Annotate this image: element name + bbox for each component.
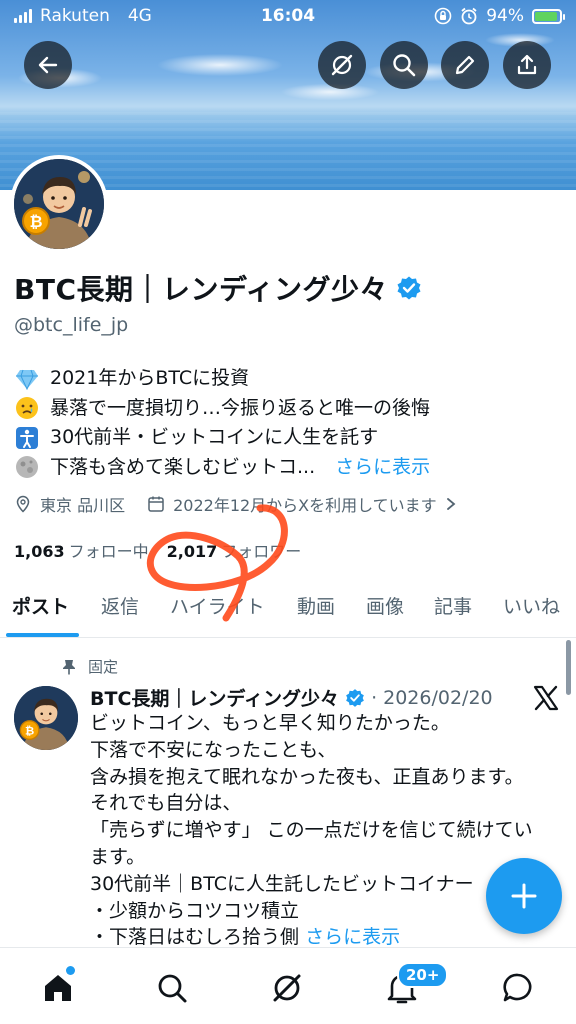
bio-text: 2021年からBTCに投資 — [50, 367, 250, 389]
following-label: フォロー中 — [68, 542, 149, 561]
profile-joined[interactable]: 2022年12月からXを利用しています — [173, 492, 437, 516]
nav-search[interactable] — [152, 968, 192, 1008]
share-button[interactable] — [503, 41, 551, 89]
bio-more-link[interactable]: さらに表示 — [335, 453, 430, 483]
pin-icon — [63, 659, 75, 674]
following-link[interactable]: 1,063 フォロー中 — [14, 538, 149, 562]
post-line: 「売らずに増やす」 この一点だけを信じて続けてい — [90, 819, 533, 842]
post-line-text: ・下落日はむしろ拾う側 — [90, 926, 300, 949]
post-author-name[interactable]: BTC長期｜レンディング少々 — [90, 684, 339, 711]
home-icon — [45, 975, 71, 1001]
post-body[interactable]: ビットコイン、もっと早く知りたかった。 下落で不安になったことも、 含み損を抱え… — [90, 710, 540, 951]
post-line: ます。 — [90, 845, 146, 868]
x-logo-icon[interactable] — [532, 684, 560, 712]
messages-icon — [503, 973, 532, 1002]
profile-handle: @btc_life_jp — [14, 314, 129, 336]
verified-badge-icon[interactable] — [396, 275, 422, 301]
plus-icon — [511, 883, 537, 909]
svg-text:₿: ₿ — [25, 723, 34, 737]
profile-location: 東京 品川区 — [40, 496, 126, 515]
bio-line: 下落も含めて楽しむビットコ... さらに表示 — [14, 453, 430, 483]
post-line: 含み損を抱えて眠れなかった夜も、正直あります。 — [90, 765, 524, 788]
following-count: 1,063 — [14, 542, 65, 561]
follow-stats: 1,063 フォロー中 2,017 フォロワー — [14, 538, 301, 562]
moon-icon — [14, 454, 40, 480]
followers-count: 2,017 — [166, 542, 218, 561]
followers-label: フォロワー — [221, 542, 302, 561]
active-tab-indicator — [6, 633, 79, 637]
profile-display-name: BTC長期｜レンディング少々 — [14, 273, 389, 306]
tab-replies[interactable]: 返信 — [101, 592, 139, 619]
edit-button[interactable] — [441, 41, 489, 89]
post-line: それでも自分は、 — [90, 792, 242, 815]
profile-avatar[interactable]: ₿ — [10, 155, 108, 253]
compose-button[interactable] — [486, 858, 562, 934]
followers-link[interactable]: 2,017 フォロワー — [167, 538, 302, 562]
pencil-icon — [455, 55, 475, 75]
avatar-illustration: ₿ — [14, 686, 78, 750]
nav-messages[interactable] — [498, 968, 538, 1008]
battery-percent: 94% — [486, 6, 524, 26]
bio-text: 30代前半・ビットコインに人生を託す — [50, 426, 379, 448]
tab-posts[interactable]: ポスト — [12, 592, 69, 619]
arrow-left-icon — [38, 56, 58, 74]
alarm-icon — [461, 7, 477, 25]
crying-face-icon — [14, 395, 40, 421]
search-button[interactable] — [380, 41, 428, 89]
svg-text:₿: ₿ — [29, 212, 42, 231]
post-line: 30代前半｜BTCに人生託したビットコイナー — [90, 872, 474, 895]
post-separator: · — [371, 686, 378, 709]
notification-badge: 20+ — [397, 962, 449, 988]
bottom-nav: 20+ — [0, 947, 576, 1024]
home-unread-dot — [66, 966, 75, 975]
share-icon — [517, 54, 537, 75]
location-pin-icon — [16, 495, 30, 513]
pinned-label: 固定 — [88, 658, 119, 676]
search-icon — [158, 974, 187, 1003]
chevron-right-icon[interactable] — [445, 497, 457, 511]
tab-videos[interactable]: 動画 — [297, 592, 335, 619]
tab-likes[interactable]: いいね — [503, 592, 560, 619]
status-right: 94% — [434, 6, 565, 26]
scrollbar[interactable] — [566, 640, 571, 695]
post-line: ・少額からコツコツ積立 — [90, 899, 300, 922]
search-icon — [393, 54, 416, 77]
verified-badge-icon — [346, 688, 364, 707]
nav-grok[interactable] — [267, 968, 307, 1008]
post-author-avatar[interactable]: ₿ — [14, 686, 78, 750]
post-header: BTC長期｜レンディング少々 · 2026/02/20 — [90, 684, 493, 711]
calendar-icon — [148, 496, 164, 512]
grok-icon — [331, 54, 353, 76]
profile-bio: 2021年からBTCに投資 暴落で一度損切り…今振り返ると唯一の後悔 30代前半… — [14, 364, 430, 482]
tab-images[interactable]: 画像 — [366, 592, 404, 619]
grok-icon — [273, 974, 301, 1002]
profile-tabs: ポスト 返信 ハイライト 動画 画像 記事 いいね — [0, 580, 576, 638]
person-icon — [14, 425, 40, 451]
battery-icon — [532, 8, 565, 24]
bio-text: 暴落で一度損切り…今振り返ると唯一の後悔 — [50, 396, 431, 419]
bio-line: 暴落で一度損切り…今振り返ると唯一の後悔 — [14, 394, 430, 424]
post-line: 下落で不安になったことも、 — [90, 738, 337, 761]
post-more-link[interactable]: さらに表示 — [305, 926, 400, 948]
avatar-illustration: ₿ — [14, 159, 104, 249]
grok-button[interactable] — [318, 41, 366, 89]
tab-highlights[interactable]: ハイライト — [170, 592, 265, 619]
profile-name-row: BTC長期｜レンディング少々 — [14, 268, 422, 308]
bio-line: 30代前半・ビットコインに人生を託す — [14, 423, 430, 453]
orientation-lock-icon — [434, 7, 452, 25]
profile-meta-row: 東京 品川区 2022年12月からXを利用しています — [14, 492, 457, 516]
back-button[interactable] — [24, 41, 72, 89]
post-date[interactable]: 2026/02/20 — [383, 687, 493, 709]
bio-line: 2021年からBTCに投資 — [14, 364, 430, 394]
gem-icon — [14, 366, 40, 392]
tab-articles[interactable]: 記事 — [434, 592, 472, 619]
bio-text: 下落も含めて楽しむビットコ... — [50, 455, 316, 478]
post-line: ビットコイン、もっと早く知りたかった。 — [90, 712, 450, 734]
pinned-indicator: 固定 — [62, 656, 118, 677]
status-bar: Rakuten 4G 16:04 94% — [0, 0, 576, 34]
